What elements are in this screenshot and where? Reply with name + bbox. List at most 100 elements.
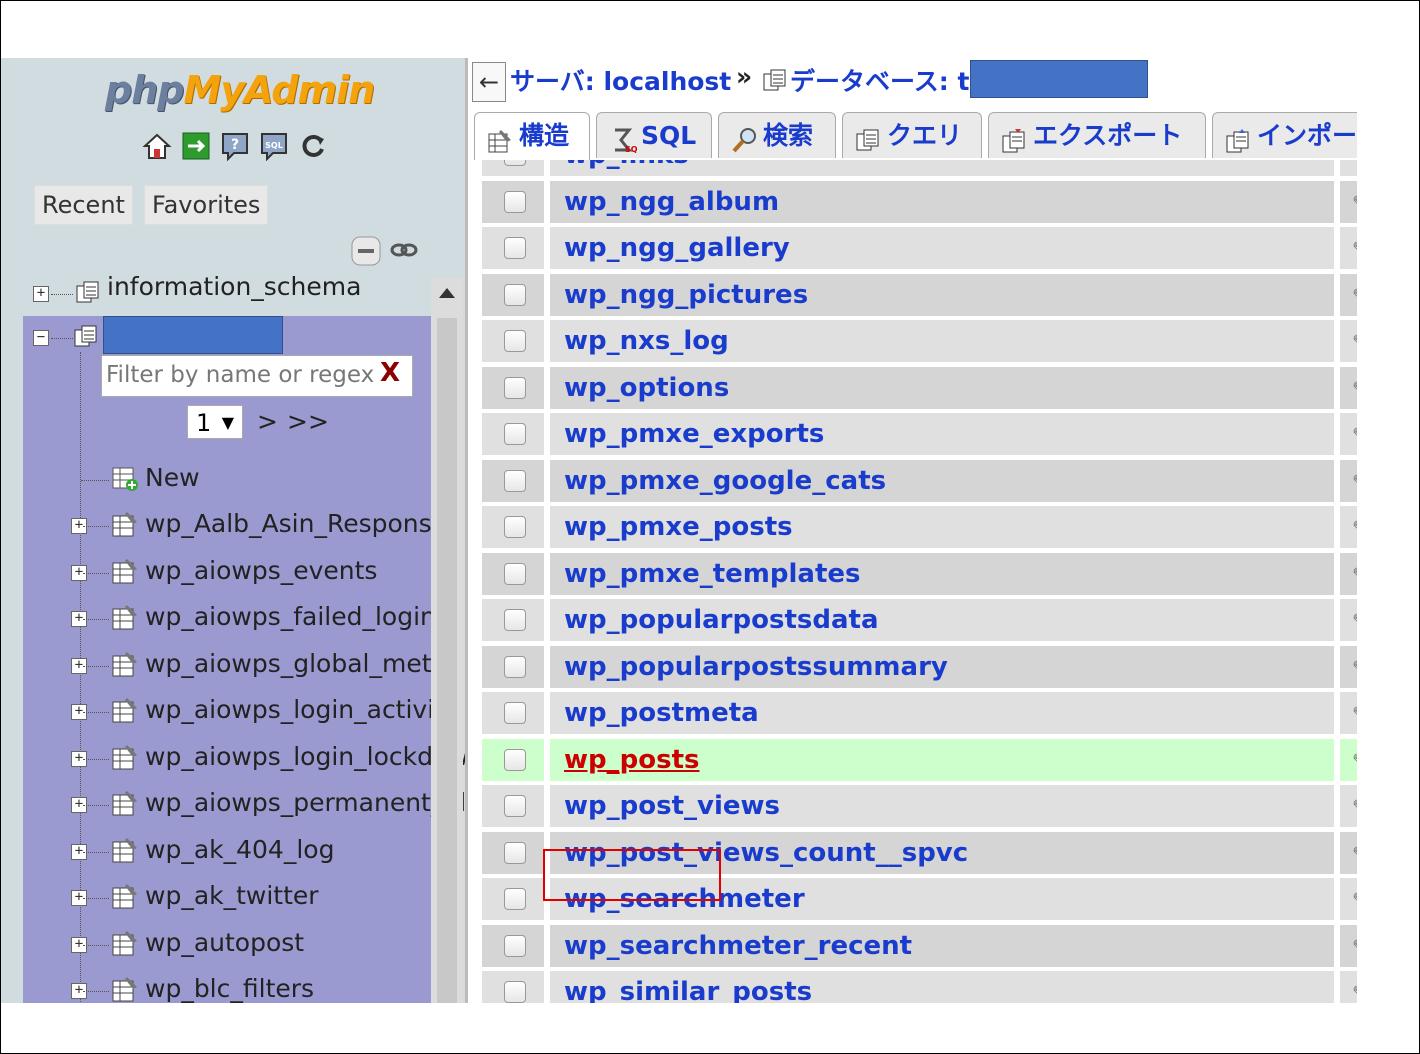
table-name-label[interactable]: wp_aiowps_login_activity (145, 690, 459, 730)
row-checkbox[interactable] (504, 562, 526, 585)
collapse-all-icon[interactable] (350, 235, 382, 271)
table-name-label[interactable]: wp_blc_filters (145, 969, 314, 1003)
row-checkbox[interactable] (504, 888, 526, 910)
row-checkbox[interactable] (504, 702, 526, 724)
table-name-link[interactable]: wp_post_views (564, 785, 780, 827)
clear-filter-button[interactable]: X (380, 358, 400, 388)
tab-search[interactable]: 検索 (718, 112, 836, 158)
row-checkbox[interactable] (504, 160, 526, 166)
browse-icon[interactable]: ✎ (1352, 330, 1357, 354)
link-with-main-icon[interactable] (390, 240, 418, 264)
page-select[interactable]: 1 ▼ (187, 405, 243, 439)
logout-icon[interactable] (180, 130, 212, 162)
browse-icon[interactable]: ✎ (1352, 191, 1357, 215)
next-page-link[interactable]: > (257, 405, 278, 439)
tab-structure[interactable]: 構造 (474, 112, 590, 160)
table-name-label[interactable]: wp_aiowps_global_meta (145, 644, 447, 684)
browse-icon[interactable]: ✎ (1352, 702, 1357, 726)
tree-item-table[interactable]: + wp_aiowps_login_activity (63, 690, 459, 730)
browse-icon[interactable]: ✎ (1352, 516, 1357, 540)
tree-item-table[interactable]: + wp_blc_filters (63, 969, 431, 1003)
help-icon[interactable]: ? (219, 130, 251, 162)
table-name-label[interactable]: wp_aiowps_failed_logins (145, 597, 449, 637)
tree-item-table[interactable]: +wp_aiowps_permanent_block (63, 783, 465, 823)
tab-query[interactable]: クエリ (842, 112, 982, 158)
last-page-link[interactable]: >> (287, 405, 329, 439)
new-table-label[interactable]: New (145, 458, 200, 498)
recent-button[interactable]: Recent (34, 185, 133, 225)
browse-icon[interactable]: ✎ (1352, 563, 1357, 587)
row-checkbox[interactable] (504, 795, 526, 817)
scroll-up-arrow-icon[interactable] (439, 288, 455, 298)
table-name-link[interactable]: wp_popularpostsdata (564, 599, 879, 641)
row-checkbox[interactable] (504, 841, 526, 864)
browse-icon[interactable]: ✎ (1352, 981, 1357, 1003)
browse-icon[interactable]: ✎ (1352, 284, 1357, 308)
browse-icon[interactable]: ✎ (1352, 470, 1357, 494)
table-name-link[interactable]: wp_pmxe_google_cats (564, 460, 886, 502)
phpmyadmin-logo[interactable]: phpMyAdmin (105, 68, 375, 112)
tree-item-table[interactable]: + wp_autopost (63, 923, 431, 963)
browse-icon[interactable]: ✎ (1352, 377, 1357, 401)
row-checkbox[interactable] (504, 748, 526, 771)
browse-icon[interactable]: ✎ (1352, 656, 1357, 680)
browse-icon[interactable]: ✎ (1352, 423, 1357, 447)
breadcrumb-database-link[interactable]: データベース: t (790, 62, 969, 98)
table-name-label[interactable]: wp_Aalb_Asin_Response (145, 504, 447, 544)
row-checkbox[interactable] (504, 190, 526, 213)
row-checkbox[interactable] (504, 237, 526, 259)
row-checkbox[interactable] (504, 655, 526, 678)
tab-import[interactable]: インポー (1212, 112, 1357, 158)
tree-item-table[interactable]: + wp_Aalb_Asin_Response (63, 504, 447, 544)
table-name-link[interactable]: wp_pmxe_templates (564, 553, 861, 595)
row-checkbox[interactable] (504, 934, 526, 957)
tab-sql[interactable]: SQL SQL (596, 112, 712, 158)
browse-icon[interactable]: ✎ (1352, 888, 1357, 912)
browse-icon[interactable]: ✎ (1352, 749, 1357, 773)
redacted-db-name[interactable] (103, 316, 283, 354)
favorites-button[interactable]: Favorites (144, 185, 269, 225)
table-name-link[interactable]: wp_links (564, 160, 689, 176)
tree-item-new[interactable]: New (63, 458, 431, 498)
table-name-link[interactable]: wp_nxs_log (564, 320, 729, 362)
table-name-link[interactable]: wp_searchmeter_recent (564, 925, 912, 967)
table-name-link[interactable]: wp_ngg_album (564, 181, 779, 223)
row-checkbox[interactable] (504, 981, 526, 1003)
table-name-link[interactable]: wp_options (564, 367, 729, 409)
table-name-link[interactable]: wp_postmeta (564, 692, 759, 734)
row-checkbox[interactable] (504, 609, 526, 631)
tree-item-table[interactable]: + wp_aiowps_global_meta (63, 644, 447, 684)
browse-icon[interactable]: ✎ (1352, 795, 1357, 819)
table-name-link[interactable]: wp_pmxe_exports (564, 413, 824, 455)
tree-scrollbar[interactable] (431, 278, 463, 1003)
scroll-thumb[interactable] (437, 318, 457, 1003)
row-checkbox[interactable] (504, 516, 526, 538)
sql-docs-icon[interactable]: SQL (258, 130, 290, 162)
db-name-label[interactable]: information_schema (107, 272, 361, 301)
home-icon[interactable] (141, 130, 173, 162)
browse-icon[interactable]: ✎ (1352, 609, 1357, 633)
table-name-link[interactable]: wp_pmxe_posts (564, 506, 793, 548)
tree-item-table[interactable]: + wp_ak_404_log (63, 830, 431, 870)
tree-item-table[interactable]: + wp_aiowps_events (63, 551, 431, 591)
table-name-label[interactable]: wp_autopost (145, 923, 304, 963)
row-checkbox[interactable] (504, 423, 526, 445)
tab-export[interactable]: エクスポート (988, 112, 1206, 158)
row-checkbox[interactable] (504, 376, 526, 399)
row-checkbox[interactable] (504, 283, 526, 306)
back-button[interactable]: ← (472, 62, 506, 102)
row-checkbox[interactable] (504, 330, 526, 352)
collapse-db-icon[interactable]: − (33, 330, 49, 346)
browse-icon[interactable]: ✎ (1352, 935, 1357, 959)
table-name-link[interactable]: wp_popularpostssummary (564, 646, 948, 688)
row-checkbox[interactable] (504, 469, 526, 492)
table-name-label[interactable]: wp_ak_404_log (145, 830, 334, 870)
table-name-link[interactable]: wp_posts (564, 739, 699, 781)
table-name-label[interactable]: wp_aiowps_login_lockdown (145, 737, 465, 777)
browse-icon[interactable]: ✎ (1352, 160, 1357, 168)
table-name-link[interactable]: wp_ngg_pictures (564, 274, 808, 316)
tree-item-table[interactable]: + wp_aiowps_failed_logins (63, 597, 449, 637)
browse-icon[interactable]: ✎ (1352, 237, 1357, 261)
tree-item-table[interactable]: + wp_aiowps_login_lockdown (63, 737, 465, 777)
expand-icon[interactable]: + (33, 286, 49, 302)
